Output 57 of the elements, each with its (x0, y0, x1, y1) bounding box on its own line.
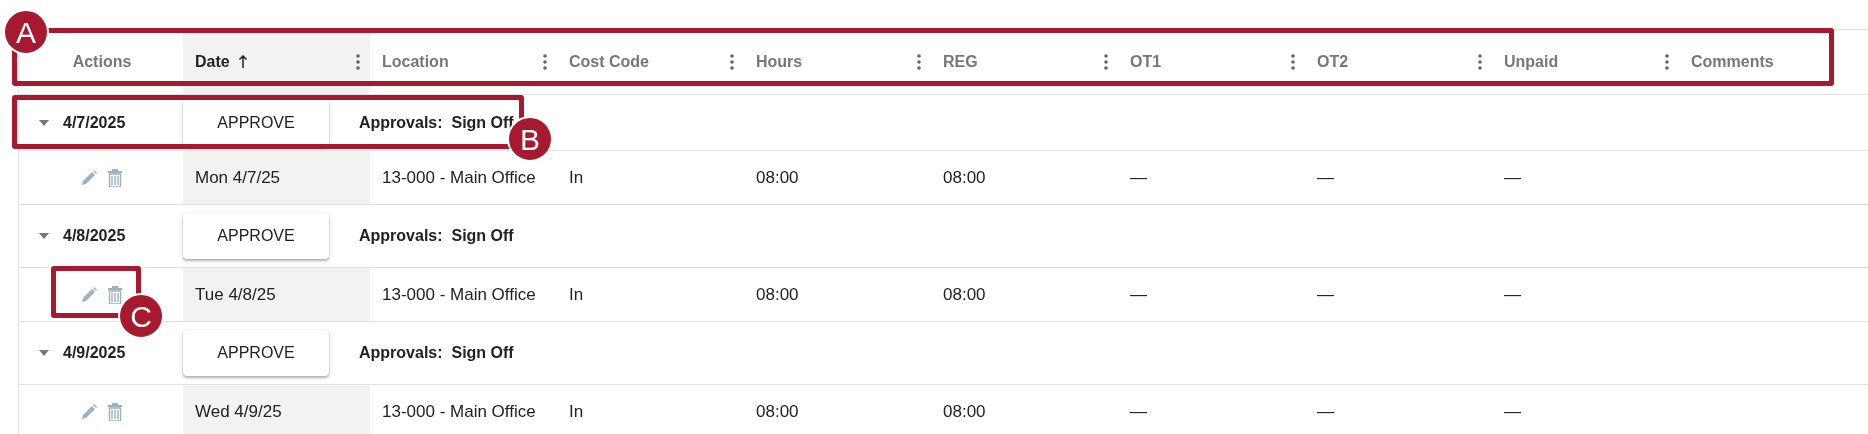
menu-icon[interactable] (1665, 54, 1669, 70)
column-header[interactable]: Hours (756, 50, 803, 74)
caret-icon[interactable] (39, 348, 49, 358)
approvals-status: Approvals: Sign Off (359, 112, 514, 133)
column-header[interactable]: Actions (72, 50, 132, 74)
table-cell-text: 08:00 (756, 166, 799, 189)
menu-icon[interactable] (356, 54, 360, 70)
menu-icon[interactable] (1478, 54, 1482, 70)
approve-button[interactable]: APPROVE (183, 99, 329, 146)
table-cell-text: 13-000 - Main Office (382, 166, 536, 189)
table-cell-text: 08:00 (943, 283, 986, 306)
column-header[interactable]: OT2 (1317, 50, 1349, 74)
table-cell-text: Mon 4/7/25 (195, 166, 281, 189)
menu-icon[interactable] (543, 54, 547, 70)
table-cell-text: 08:00 (943, 166, 986, 189)
caret-icon[interactable] (39, 117, 49, 128)
table-cell-text: Tue 4/8/25 (195, 283, 276, 306)
menu-icon[interactable] (1104, 54, 1108, 70)
table-cell-text: 13-000 - Main Office (382, 400, 536, 423)
menu-icon[interactable] (917, 54, 921, 70)
column-header[interactable]: OT1 (1130, 50, 1162, 74)
table-cell-text: — (1130, 400, 1147, 423)
group-date: 4/7/2025 (63, 112, 126, 133)
approvals-status: Approvals: Sign Off (359, 226, 514, 246)
column-header[interactable]: REG (943, 50, 978, 74)
column-header[interactable]: Cost Code (569, 50, 649, 74)
menu-icon[interactable] (730, 54, 734, 70)
table-cell-text: — (1504, 283, 1521, 306)
approve-button[interactable]: APPROVE (183, 330, 329, 376)
table-cell-text: 08:00 (756, 283, 799, 306)
table-cell-text: Wed 4/9/25 (195, 400, 282, 423)
column-header[interactable]: Date (195, 50, 230, 74)
table-cell-text: — (1317, 166, 1334, 189)
table-cell-text: — (1130, 283, 1147, 306)
table-cell-text: 08:00 (943, 400, 986, 423)
callout-marker: C (118, 293, 164, 339)
table-cell-text: — (1317, 400, 1334, 423)
table-cell-text: In (569, 166, 584, 189)
table-cell-text: — (1130, 166, 1147, 189)
table-cell-text: 13-000 - Main Office (382, 283, 536, 306)
callout-marker: A (3, 9, 49, 55)
menu-icon[interactable] (1291, 54, 1295, 70)
table-cell-text: — (1504, 400, 1521, 423)
table-cell-text: — (1317, 283, 1334, 306)
group-date: 4/9/2025 (63, 343, 126, 363)
column-header[interactable]: Comments (1691, 50, 1774, 74)
sort-arrow-icon[interactable] (237, 55, 248, 69)
approve-button[interactable]: APPROVE (183, 213, 329, 259)
approvals-status: Approvals: Sign Off (359, 343, 514, 363)
table-cell-text: In (569, 400, 584, 423)
group-date: 4/8/2025 (63, 226, 126, 246)
table-cell-text: 08:00 (756, 400, 799, 423)
column-header[interactable]: Unpaid (1504, 50, 1559, 74)
table-cell-text: In (569, 283, 584, 306)
column-header[interactable]: Location (382, 50, 449, 74)
caret-icon[interactable] (39, 231, 49, 241)
table-cell-text: — (1504, 166, 1521, 189)
